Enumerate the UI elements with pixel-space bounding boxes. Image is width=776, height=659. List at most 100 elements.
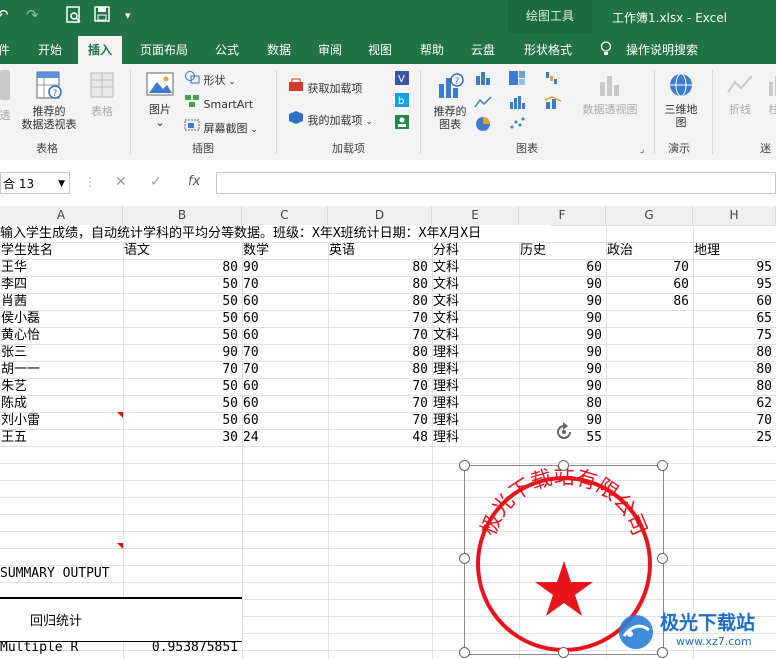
column-title-cell[interactable]: 英语 [329,242,431,259]
table-cell[interactable]: 90 [519,378,602,395]
summary-output-label[interactable]: SUMMARY OUTPUT [0,565,110,582]
hierarchy-chart-icon[interactable] [508,70,526,89]
formula-input[interactable] [216,172,776,194]
tell-me-search[interactable]: 操作说明搜索 [626,41,698,58]
resize-handle[interactable] [657,460,668,471]
sparkline-column-button[interactable]: 柱 [764,70,776,116]
table-cell[interactable]: 70 [606,259,689,276]
table-cell[interactable]: 侯小磊 [1,310,122,327]
tab-home[interactable]: 开始 [38,41,62,58]
table-cell[interactable]: 王五 [1,429,122,446]
table-cell[interactable] [606,310,689,327]
resize-handle[interactable] [558,460,569,471]
table-cell[interactable]: 50 [123,310,238,327]
table-cell[interactable]: 李四 [1,276,122,293]
table-cell[interactable]: 86 [606,293,689,310]
table-cell[interactable]: 60 [519,259,602,276]
save-icon[interactable] [94,6,110,26]
table-cell[interactable]: 62 [693,395,772,412]
table-button[interactable]: 表格 [86,70,118,118]
table-cell[interactable]: 文科 [433,276,518,293]
column-chart-icon[interactable] [474,70,492,89]
combo-chart-icon[interactable] [544,94,562,113]
tab-insert[interactable]: 插入 [78,36,123,64]
table-cell[interactable]: 60 [693,293,772,310]
table-cell[interactable]: 60 [243,327,327,344]
table-cell[interactable]: 70 [243,361,327,378]
people-graph-icon[interactable] [394,114,410,133]
table-cell[interactable] [606,361,689,378]
table-cell[interactable]: 25 [693,429,772,446]
cancel-icon[interactable]: ✕ [115,174,127,190]
picture-button[interactable]: 图片 ⌄ [142,70,178,129]
waterfall-chart-icon[interactable] [544,70,562,89]
dialog-launcher-icon[interactable]: ⌟ [640,144,644,157]
screenshot-button[interactable]: 屏幕截图 ⌄ [184,118,258,137]
table-cell[interactable]: 文科 [433,293,518,310]
table-cell[interactable]: 理科 [433,378,518,395]
enter-icon[interactable]: ✓ [150,174,162,190]
insert-function-icon[interactable]: fx [188,174,200,189]
table-cell[interactable] [606,378,689,395]
tab-page-layout[interactable]: 页面布局 [140,41,188,58]
table-cell[interactable]: 90 [243,259,327,276]
table-cell[interactable]: 80 [328,344,428,361]
table-cell[interactable]: 胡一一 [1,361,122,378]
table-cell[interactable]: 文科 [433,327,518,344]
shapes-button[interactable]: 形状 ⌄ [184,70,236,89]
table-cell[interactable]: 95 [693,259,772,276]
table-cell[interactable]: 70 [693,412,772,429]
column-title-cell[interactable]: 学生姓名 [1,242,122,259]
table-cell[interactable]: 刘小雷 [1,412,122,429]
redo-icon[interactable]: ↷ [26,6,39,24]
table-cell[interactable]: 60 [243,293,327,310]
cell-a1-title[interactable]: 输入学生成绩，自动统计学科的平均分等数据。班级：X年X班统计日期：X年X月X日 [0,225,550,242]
table-cell[interactable]: 80 [123,259,238,276]
print-preview-icon[interactable] [66,6,82,28]
table-cell[interactable]: 80 [328,361,428,378]
table-cell[interactable]: 80 [328,293,428,310]
table-cell[interactable]: 80 [693,344,772,361]
rotate-handle-icon[interactable] [553,421,575,447]
3d-map-button[interactable]: 三维地 图 [660,70,702,129]
table-cell[interactable]: 王华 [1,259,122,276]
regression-stats-label[interactable]: 回归统计 [30,610,82,629]
table-cell[interactable]: 50 [123,395,238,412]
tab-formulas[interactable]: 公式 [215,41,239,58]
tab-review[interactable]: 审阅 [318,41,342,58]
table-cell[interactable]: 60 [243,310,327,327]
table-cell[interactable]: 60 [243,378,327,395]
line-chart-icon[interactable] [474,94,492,113]
table-cell[interactable]: 50 [123,293,238,310]
column-header-e[interactable]: E [432,206,519,225]
column-header-a[interactable]: A [0,206,123,225]
table-cell[interactable]: 60 [606,276,689,293]
drag-handle-icon[interactable]: ⋮ [84,175,96,189]
resize-handle[interactable] [657,553,668,564]
resize-handle[interactable] [558,647,569,658]
table-cell[interactable]: 90 [519,344,602,361]
table-cell[interactable]: 80 [693,378,772,395]
table-cell[interactable]: 24 [243,429,327,446]
resize-handle[interactable] [459,460,470,471]
tab-help[interactable]: 帮助 [420,41,444,58]
pie-chart-icon[interactable] [474,116,492,135]
table-cell[interactable] [606,429,689,446]
column-title-cell[interactable]: 地理 [694,242,775,259]
table-cell[interactable]: 50 [123,378,238,395]
table-cell[interactable]: 90 [519,276,602,293]
undo-icon[interactable]: ↶ [0,6,9,24]
table-cell[interactable]: 90 [519,361,602,378]
resize-handle[interactable] [459,553,470,564]
table-cell[interactable]: 60 [243,412,327,429]
multiple-r-label[interactable]: Multiple R [0,639,78,656]
bing-maps-icon[interactable]: b [394,92,410,111]
table-cell[interactable]: 70 [243,344,327,361]
table-cell[interactable]: 80 [328,276,428,293]
table-cell[interactable] [606,412,689,429]
column-title-cell[interactable]: 数学 [243,242,327,259]
tab-view[interactable]: 视图 [368,41,392,58]
table-cell[interactable]: 90 [519,293,602,310]
column-header-g[interactable]: G [606,206,693,225]
table-cell[interactable]: 70 [328,395,428,412]
